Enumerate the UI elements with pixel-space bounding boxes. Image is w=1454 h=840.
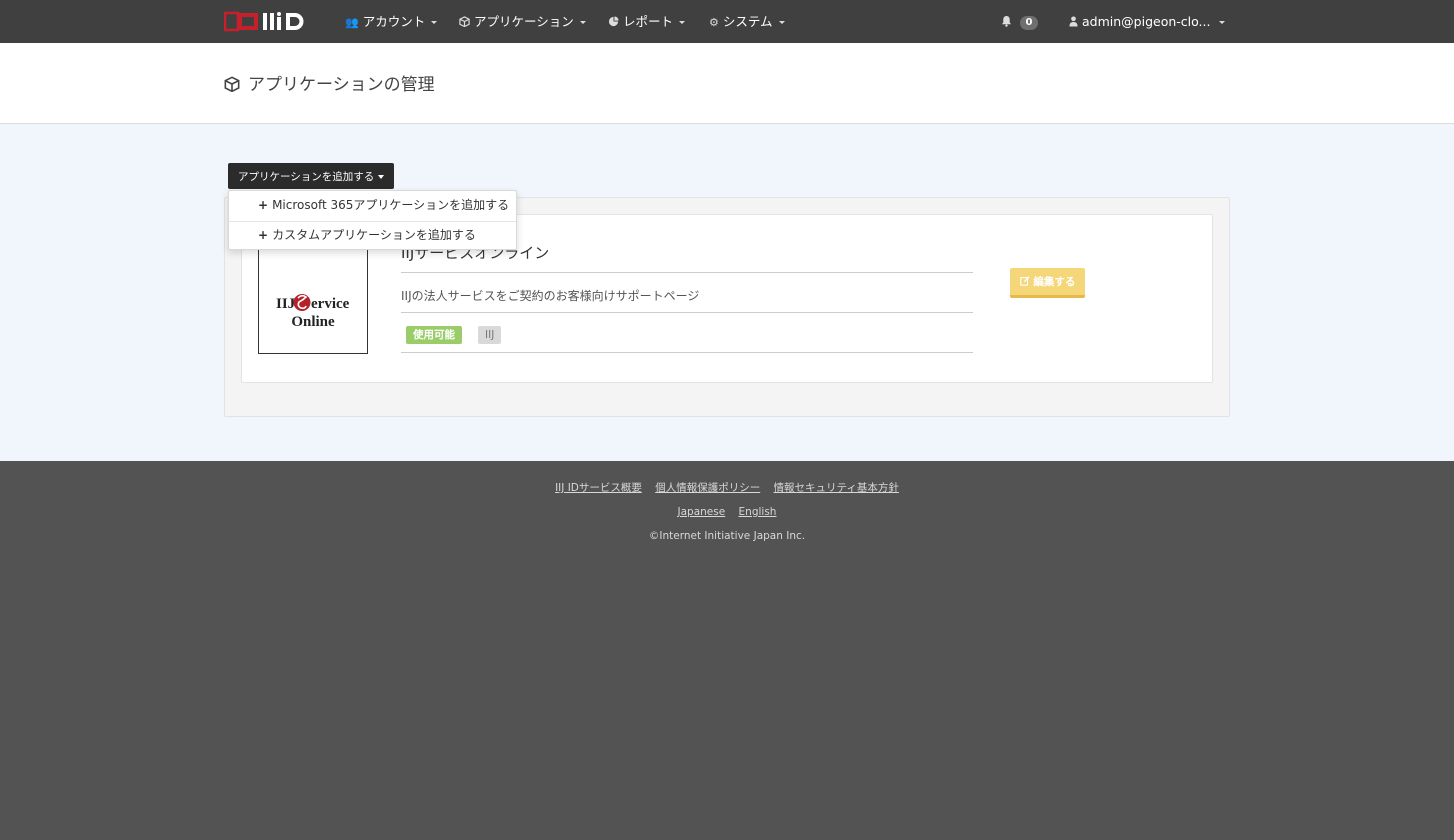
application-description: IIJの法人サービスをご契約のお客様向けサポートページ (401, 289, 700, 303)
top-navbar: 👥 アカウント アプリケーション レポート ⚙ システム 0 admin@pigeo… (0, 0, 1454, 43)
footer-link-security-policy[interactable]: 情報セキュリティ基本方針 (774, 482, 899, 494)
divider (401, 312, 973, 313)
footer-link-service-overview[interactable]: IIJ IDサービス概要 (555, 482, 642, 494)
chevron-down-icon (778, 21, 785, 24)
edit-application-button[interactable]: 編集する (1010, 268, 1085, 298)
plus-icon: + (258, 198, 269, 212)
notification-count-badge: 0 (1020, 15, 1038, 30)
add-application-dropdown-menu: + Microsoft 365アプリケーションを追加する + カスタムアプリケーショ… (228, 190, 517, 250)
divider (401, 272, 973, 273)
chevron-down-icon (378, 174, 385, 179)
cube-icon (459, 1, 470, 44)
language-switcher: Japanese English (0, 506, 1454, 518)
page-header: アプリケーションの管理 (0, 43, 1454, 124)
chevron-down-icon (579, 21, 586, 24)
chevron-down-icon (1219, 21, 1226, 24)
menu-item-add-custom[interactable]: + カスタムアプリケーションを追加する (229, 221, 516, 250)
nav-application[interactable]: アプリケーション (459, 0, 586, 43)
svg-text:Online: Online (291, 314, 335, 330)
cube-icon (224, 76, 240, 97)
pie-chart-icon (608, 1, 619, 44)
users-icon: 👥 (345, 16, 359, 29)
add-application-button[interactable]: アプリケーションを追加する (228, 163, 394, 189)
chevron-down-icon (431, 21, 438, 24)
nav-report[interactable]: レポート (608, 0, 686, 44)
iijid-logo[interactable] (223, 11, 310, 33)
footer-links: IIJ IDサービス概要 個人情報保護ポリシー 情報セキュリティ基本方針 (0, 480, 1454, 495)
menu-item-add-microsoft365[interactable]: + Microsoft 365アプリケーションを追加する (229, 191, 516, 220)
divider (401, 352, 973, 353)
nav-account[interactable]: 👥 アカウント (345, 0, 438, 43)
nav-system[interactable]: ⚙ システム (709, 0, 785, 43)
footer-link-privacy-policy[interactable]: 個人情報保護ポリシー (655, 482, 760, 494)
user-menu[interactable]: admin@pigeon-clo... (1069, 0, 1226, 44)
copyright: ©Internet Initiative Japan Inc. (648, 530, 806, 542)
provider-badge: IIJ (478, 326, 502, 344)
chevron-down-icon (679, 21, 686, 24)
bell-icon (1001, 1, 1012, 44)
plus-icon: + (258, 228, 269, 242)
user-icon (1069, 1, 1078, 44)
iij-service-online-logo: IIJ ervice Online (258, 246, 368, 354)
status-badge-available: 使用可能 (406, 326, 462, 344)
page-title: アプリケーションの管理 (224, 70, 435, 97)
notifications-button[interactable]: 0 (1001, 0, 1038, 43)
svg-text:ervice: ervice (311, 296, 350, 312)
edit-icon (1019, 276, 1034, 288)
footer: IIJ IDサービス概要 個人情報保護ポリシー 情報セキュリティ基本方針 Jap… (0, 461, 1454, 840)
svg-text:IIJ: IIJ (276, 296, 296, 312)
main-content: アプリケーションを追加する IIJ ervice Online IIJサービスオ… (0, 124, 1454, 461)
lang-japanese[interactable]: Japanese (678, 506, 726, 518)
lang-english[interactable]: English (739, 506, 777, 518)
gear-icon: ⚙ (709, 16, 719, 29)
